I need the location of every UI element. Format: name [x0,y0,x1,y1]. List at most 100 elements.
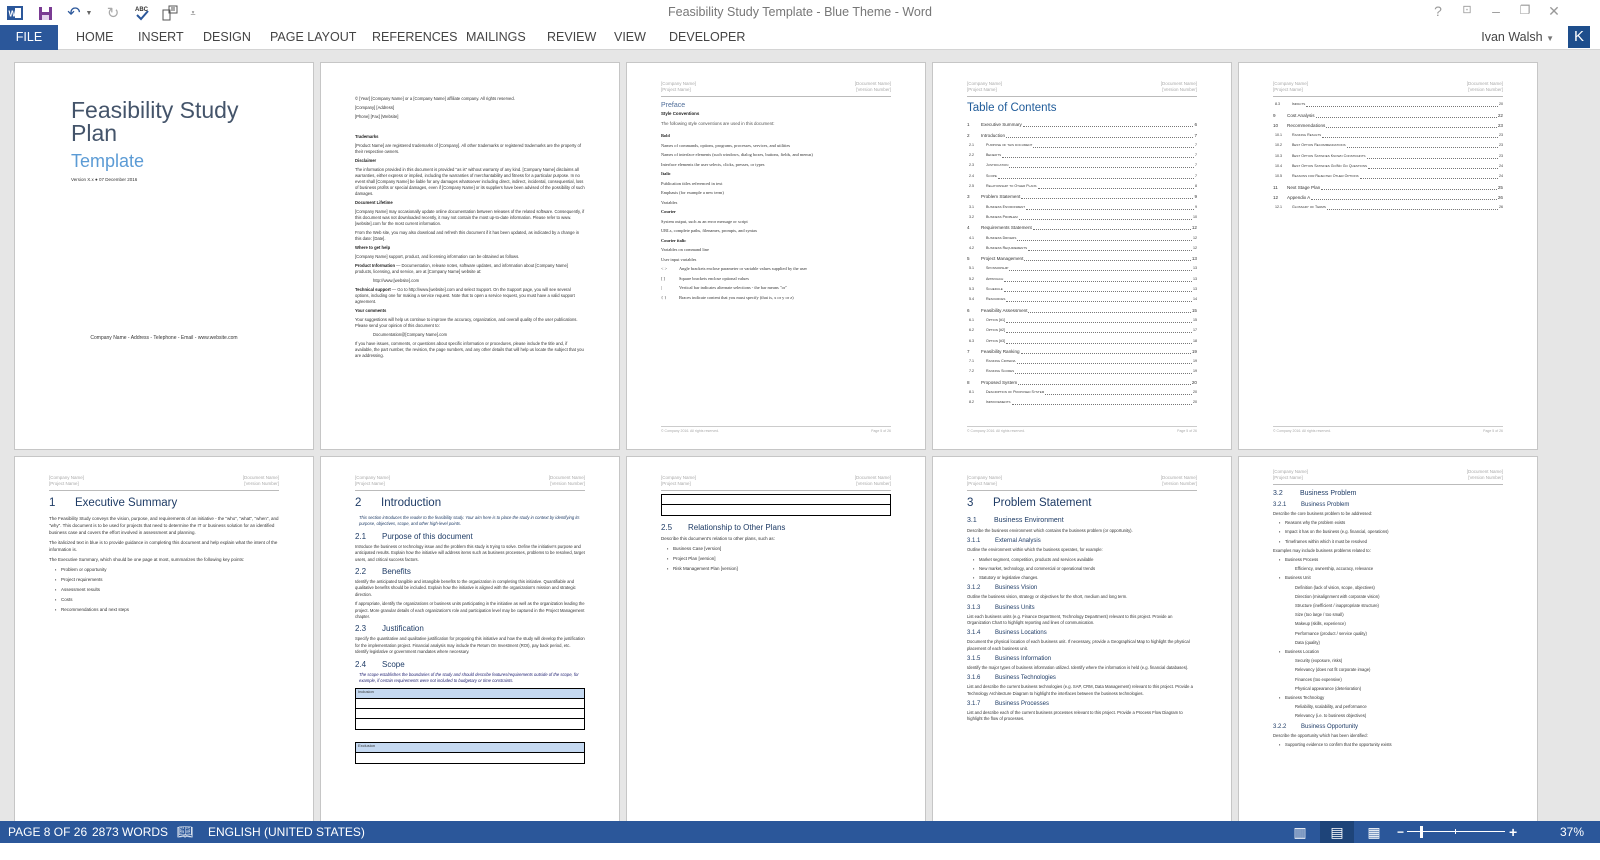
page-preface[interactable]: [Company Name] [Project Name] [Document N… [626,62,926,450]
toc-entry[interactable]: 2.1 Purpose of this document 7 [967,139,1197,149]
table-row[interactable] [662,495,890,505]
zoom-in-button[interactable]: + [1509,821,1517,843]
page-toc-continued[interactable]: [Company Name] [Project Name] [Document N… [1238,62,1538,450]
toc-entry[interactable]: 10.3 Best Option Satisfies Known Constrai… [1273,149,1503,159]
language-indicator[interactable]: ENGLISH (UNITED STATES) [208,821,365,843]
minimize-icon[interactable]: – [1482,3,1510,19]
exclusion-table[interactable]: Exclusion [355,741,585,764]
toc-leader [1018,383,1191,385]
toc-entry[interactable]: 9 Cost Analysis 22 [1273,108,1503,118]
heading-text: Scope [382,659,405,669]
toc-entry[interactable]: 12 Appendix A 26 [1273,191,1503,201]
web-layout-icon[interactable]: ▦ [1357,821,1391,843]
toc-entry[interactable]: 2.3 Justification 7 [967,159,1197,169]
word-count[interactable]: 2873 WORDS [92,821,168,843]
zoom-level[interactable]: 37% [1560,821,1584,843]
read-mode-icon[interactable]: ▥ [1283,821,1317,843]
toc-entry[interactable]: 2.2 Benefits 7 [967,149,1197,159]
inclusion-table[interactable]: Inclusion [355,687,585,730]
toc-entry[interactable]: 8.2 Improvements 20 [967,396,1197,406]
toc-entry[interactable]: 10.1 Ranking Results 23 [1273,129,1503,139]
zoom-out-button[interactable]: − [1397,821,1404,843]
toc-entry[interactable]: 7.1 Ranking Criteria 19 [967,355,1197,365]
table-row[interactable] [356,709,584,719]
page-count[interactable]: PAGE 8 OF 26 [8,821,87,843]
toc-entry[interactable]: 10 Recommendations 23 [1273,119,1503,129]
close-icon[interactable]: ✕ [1540,3,1568,20]
ribbon-display-options-icon[interactable]: ⊡ [1453,3,1481,16]
toc-entry[interactable]: 5.1 Sponsorship 13 [967,262,1197,272]
maximize-icon[interactable]: ❐ [1511,3,1539,17]
toc-entry[interactable]: 10.5 Reasons for Rejected Other Options 24 [1273,170,1503,180]
toc-entry[interactable]: 4.1 Business Drivers 12 [967,231,1197,241]
tab-mailings[interactable]: MAILINGS [464,25,528,50]
toc-entry[interactable]: 2.4 Scope 7 [967,169,1197,179]
toc-entry[interactable]: 1 Executive Summary 6 [967,118,1197,128]
toc-entry[interactable]: 3.1 Business Environment 9 [967,200,1197,210]
page-problem-statement[interactable]: [Company Name] [Project Name] [Document N… [932,456,1232,821]
tab-home[interactable]: HOME [74,25,116,50]
toc-entry[interactable]: 7.2 Ranking Scores 19 [967,365,1197,375]
print-layout-icon[interactable]: ▤ [1320,821,1354,843]
toc-entry[interactable]: 10.4 Best Option Satisfies Go/No Go Quest… [1273,160,1503,170]
toc-entry[interactable]: 5.4 Resources 14 [967,293,1197,303]
toc-entry[interactable]: 8 Proposed System 20 [967,375,1197,385]
page-business-problem[interactable]: [Company Name] [Project Name] [Document N… [1238,456,1538,821]
toc-entry[interactable]: 5.2 Approach 13 [967,272,1197,282]
toc-entry[interactable]: 6.1 Option [#1] 15 [967,314,1197,324]
symbol-row: | Vertical bar indicates alternate select… [661,285,891,292]
toc-entry[interactable]: 6 Feasibility Assessment 15 [967,303,1197,313]
page-relationship[interactable]: [Company Name] [Project Name] [Document N… [626,456,926,821]
user-account[interactable]: Ivan Walsh ▼ [1481,25,1554,51]
tab-view[interactable]: VIEW [612,25,648,50]
toc-entry[interactable]: 6.3 Option [#3] 18 [967,334,1197,344]
tab-review[interactable]: REVIEW [545,25,598,50]
toc-entry-title: Resources [986,297,1006,302]
toc-entry[interactable]: 7 Feasibility Ranking 19 [967,345,1197,355]
exclusion-table-continued[interactable] [661,494,891,516]
example-item: Performance (product / service quality) [1295,630,1367,636]
heading-text: Business Problem [1301,502,1350,508]
proofing-icon[interactable]: 📖︎ [177,821,194,843]
page-cover[interactable]: Feasibility Study Plan Template Version … [14,62,314,450]
page-legal[interactable]: © [Year] [Company Name] or a [Company Na… [320,62,620,450]
table-row[interactable] [356,699,584,709]
toc-entry-number: 9 [1273,112,1276,118]
toc-entry[interactable]: 8.1 Description of Proposed System 20 [967,386,1197,396]
section-heading: 3.1 Business Environment [967,515,1197,526]
page-toc[interactable]: [Company Name] [Project Name] [Document N… [932,62,1232,450]
avatar[interactable]: K [1568,26,1590,48]
tab-design[interactable]: DESIGN [201,25,253,50]
example-item: Reliability, scalability, and performanc… [1295,704,1367,710]
tab-developer[interactable]: DEVELOPER [667,25,747,50]
page-executive-summary[interactable]: [Company Name] [Project Name] [Document N… [14,456,314,821]
toc-entry[interactable]: 6.2 Option [#2] 17 [967,324,1197,334]
toc-entry-page: 20 [1193,400,1197,405]
zoom-slider-thumb[interactable] [1420,826,1424,838]
toc-entry[interactable]: 3 Problem Statement 9 [967,190,1197,200]
toc-entry-title: Scope [986,173,997,178]
toc-entry[interactable]: 8.3 Impacts 20 [1273,98,1503,108]
table-row[interactable] [356,719,584,729]
document-canvas[interactable]: Feasibility Study Plan Template Version … [0,51,1600,821]
toc-entry[interactable]: 10.2 Best Option Recommendations 23 [1273,139,1503,149]
bullet-item: Supporting evidence to confirm that the … [1279,742,1503,748]
bullet-item: Project Plan [version] [667,555,891,562]
tab-references[interactable]: REFERENCES [370,25,459,50]
table-row[interactable] [662,505,890,515]
tab-insert[interactable]: INSERT [136,25,186,50]
toc-entry[interactable]: 2 Introduction 7 [967,128,1197,138]
toc-entry[interactable]: 4 Requirements Statement 12 [967,221,1197,231]
toc-entry[interactable]: 11 Next Stage Plan 25 [1273,180,1503,190]
help-icon[interactable]: ? [1424,3,1452,19]
tab-file[interactable]: FILE [0,25,58,50]
tab-page-layout[interactable]: PAGE LAYOUT [268,25,358,50]
toc-entry[interactable]: 5 Project Management 13 [967,252,1197,262]
toc-entry[interactable]: 3.2 Business Problem 10 [967,211,1197,221]
toc-entry[interactable]: 5.3 Schedule 13 [967,283,1197,293]
toc-entry[interactable]: 2.5 Relationship to Other Plans 8 [967,180,1197,190]
toc-entry[interactable]: 4.2 Business Requirements 12 [967,242,1197,252]
page-introduction[interactable]: [Company Name] [Project Name] [Document N… [320,456,620,821]
table-row[interactable] [356,753,584,763]
toc-entry[interactable]: 12.1 Glossary of Terms 26 [1273,201,1503,211]
